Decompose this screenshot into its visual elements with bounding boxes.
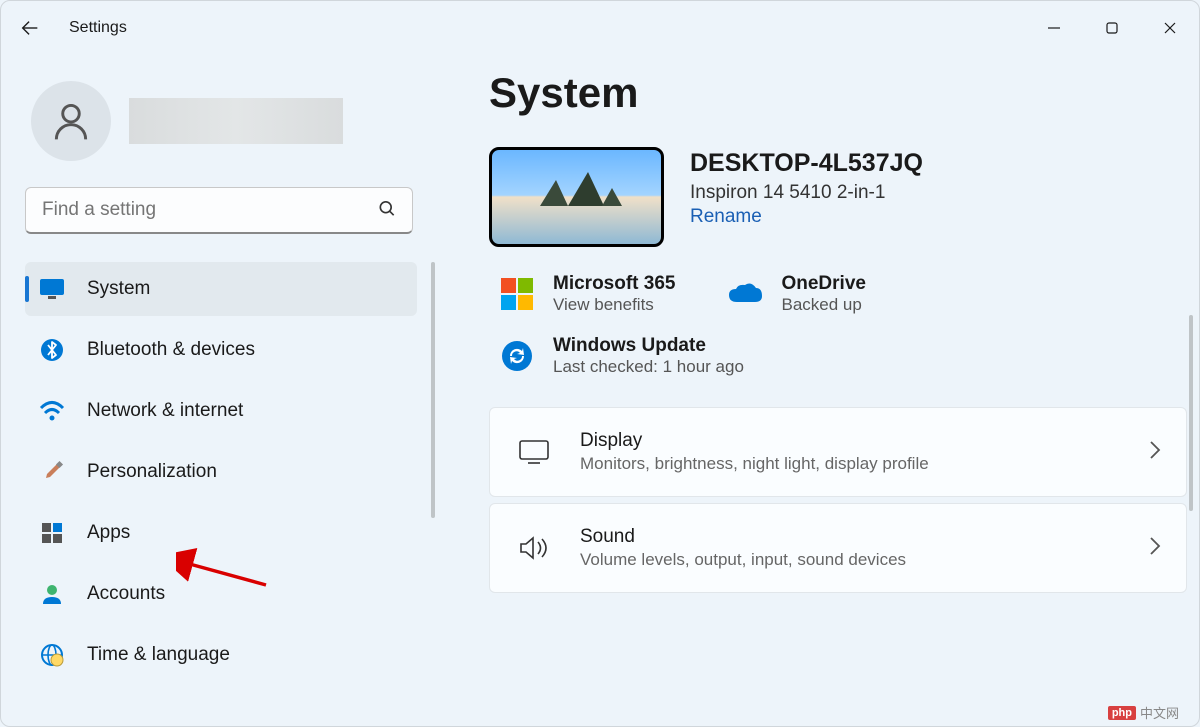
page-scrollbar[interactable]	[1189, 315, 1193, 511]
device-info-text: DESKTOP-4L537JQ Inspiron 14 5410 2-in-1 …	[690, 147, 923, 228]
card-subtitle: Backed up	[781, 295, 865, 315]
rename-link[interactable]: Rename	[690, 206, 762, 228]
apps-icon	[39, 520, 65, 546]
microsoft-logo-icon	[499, 276, 535, 312]
bluetooth-icon	[39, 337, 65, 363]
sound-icon	[514, 534, 554, 562]
sidebar-item-system[interactable]: System	[25, 262, 417, 316]
arrow-left-icon	[19, 17, 41, 39]
setting-item-display[interactable]: Display Monitors, brightness, night ligh…	[489, 407, 1187, 497]
user-profile[interactable]	[25, 81, 417, 161]
nav-list: System Bluetooth & devices Network & int…	[25, 262, 417, 682]
brush-icon	[39, 459, 65, 485]
accounts-icon	[39, 581, 65, 607]
device-model: Inspiron 14 5410 2-in-1	[690, 182, 923, 204]
close-button[interactable]	[1141, 8, 1199, 48]
sidebar-item-label: System	[87, 278, 150, 300]
sidebar-item-apps[interactable]: Apps	[25, 506, 417, 560]
close-icon	[1163, 21, 1177, 35]
user-name-placeholder	[129, 98, 343, 144]
setting-subtitle: Volume levels, output, input, sound devi…	[580, 550, 1148, 570]
search-input[interactable]	[25, 187, 413, 234]
sidebar-item-personalization[interactable]: Personalization	[25, 445, 417, 499]
search-icon	[377, 198, 397, 223]
microsoft-365-card[interactable]: Microsoft 365 View benefits	[499, 273, 675, 315]
maximize-icon	[1105, 21, 1119, 35]
sidebar-item-label: Bluetooth & devices	[87, 339, 255, 361]
setting-text: Display Monitors, brightness, night ligh…	[580, 430, 1148, 474]
content-area: System Bluetooth & devices Network & int…	[1, 55, 1199, 726]
card-subtitle: Last checked: 1 hour ago	[553, 357, 744, 377]
watermark: php 中文网	[1108, 703, 1179, 722]
back-button[interactable]	[19, 17, 59, 39]
titlebar: Settings	[1, 1, 1199, 55]
time-language-icon	[39, 642, 65, 668]
sidebar-item-label: Time & language	[87, 644, 230, 666]
sidebar-item-bluetooth[interactable]: Bluetooth & devices	[25, 323, 417, 377]
sidebar-item-label: Personalization	[87, 461, 217, 483]
sidebar: System Bluetooth & devices Network & int…	[1, 55, 441, 726]
page-title: System	[489, 69, 1187, 117]
minimize-button[interactable]	[1025, 8, 1083, 48]
sidebar-item-label: Accounts	[87, 583, 165, 605]
card-subtitle: View benefits	[553, 295, 675, 315]
window-controls	[1025, 1, 1199, 55]
setting-title: Display	[580, 430, 1148, 452]
status-cards-row-2: Windows Update Last checked: 1 hour ago	[489, 335, 1187, 377]
window-title: Settings	[69, 19, 127, 37]
card-title: Windows Update	[553, 335, 744, 357]
status-cards-row: Microsoft 365 View benefits OneDrive Bac…	[489, 273, 1187, 315]
watermark-logo: php	[1108, 706, 1136, 720]
setting-title: Sound	[580, 526, 1148, 548]
setting-text: Sound Volume levels, output, input, soun…	[580, 526, 1148, 570]
onedrive-card[interactable]: OneDrive Backed up	[727, 273, 865, 315]
onedrive-cloud-icon	[727, 276, 763, 312]
main-panel: System DESKTOP-4L537JQ Inspiron 14 5410 …	[441, 55, 1199, 726]
sidebar-item-accounts[interactable]: Accounts	[25, 567, 417, 621]
watermark-text: 中文网	[1140, 703, 1179, 722]
sidebar-scrollbar[interactable]	[431, 262, 435, 518]
monitor-icon	[39, 276, 65, 302]
device-name: DESKTOP-4L537JQ	[690, 147, 923, 180]
maximize-button[interactable]	[1083, 8, 1141, 48]
card-title: Microsoft 365	[553, 273, 675, 295]
avatar	[31, 81, 111, 161]
wifi-icon	[39, 398, 65, 424]
chevron-right-icon	[1148, 439, 1162, 466]
sidebar-item-network[interactable]: Network & internet	[25, 384, 417, 438]
sidebar-item-label: Network & internet	[87, 400, 243, 422]
sidebar-item-label: Apps	[87, 522, 130, 544]
device-info-row: DESKTOP-4L537JQ Inspiron 14 5410 2-in-1 …	[489, 147, 1187, 247]
display-icon	[514, 439, 554, 465]
sidebar-item-time-language[interactable]: Time & language	[25, 628, 417, 682]
person-icon	[49, 99, 93, 143]
search-box	[25, 187, 413, 234]
windows-update-card[interactable]: Windows Update Last checked: 1 hour ago	[499, 335, 744, 377]
setting-item-sound[interactable]: Sound Volume levels, output, input, soun…	[489, 503, 1187, 593]
update-sync-icon	[499, 338, 535, 374]
chevron-right-icon	[1148, 535, 1162, 562]
setting-subtitle: Monitors, brightness, night light, displ…	[580, 454, 1148, 474]
device-wallpaper-preview[interactable]	[489, 147, 664, 247]
card-title: OneDrive	[781, 273, 865, 295]
minimize-icon	[1047, 21, 1061, 35]
